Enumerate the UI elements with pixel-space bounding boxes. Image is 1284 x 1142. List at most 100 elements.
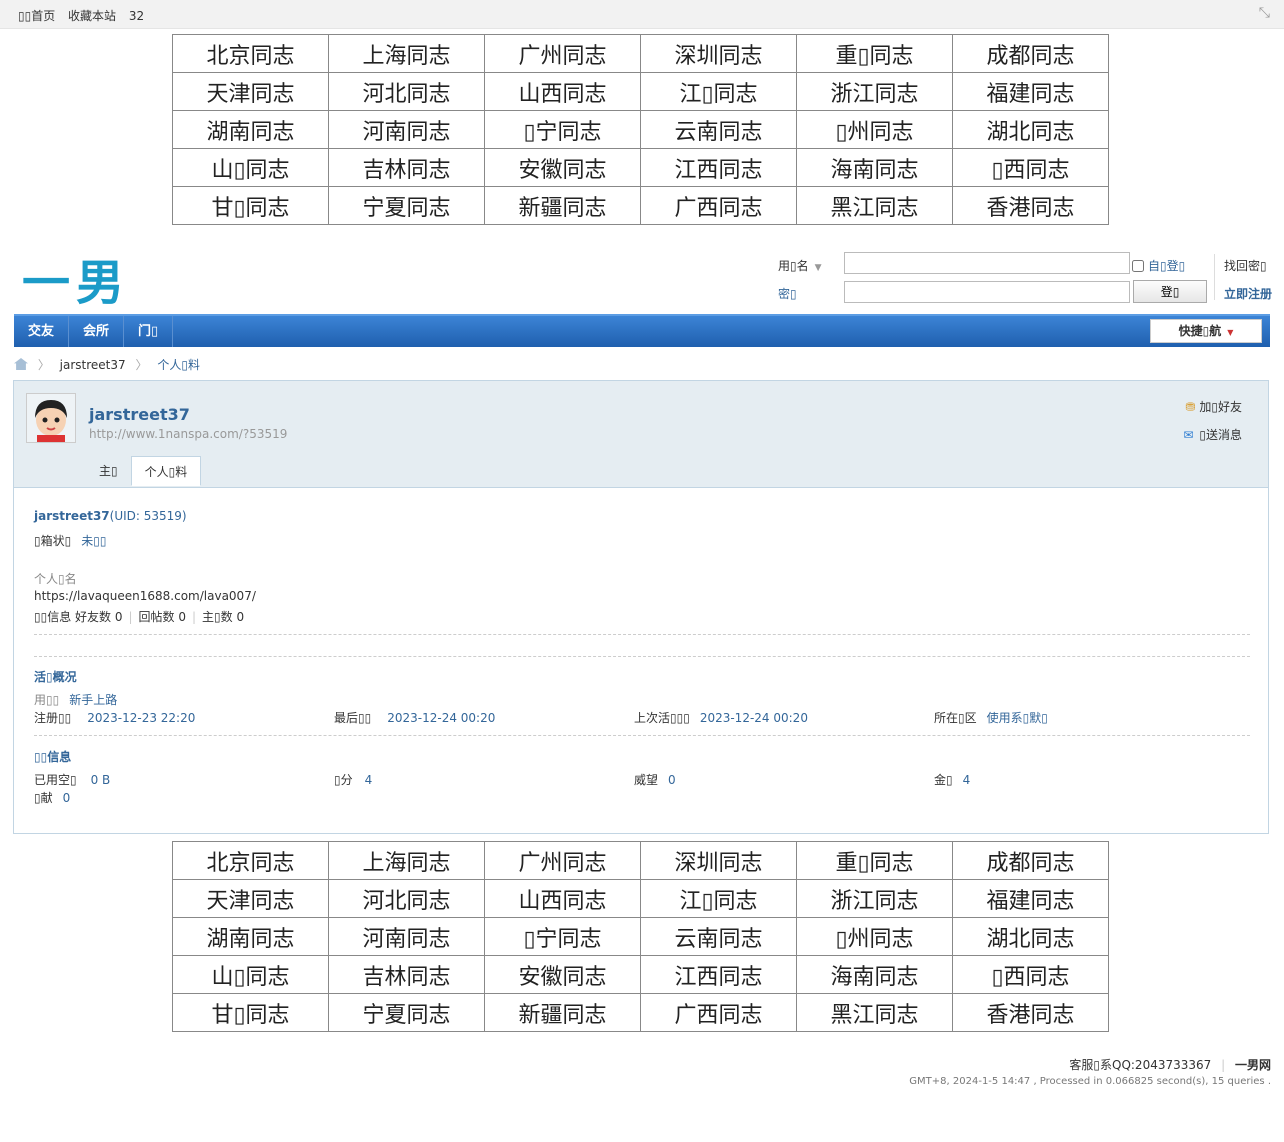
city-row: 天津同志 河北同志 山西同志 江▯同志 浙江同志 福建同志 bbox=[172, 879, 1109, 918]
tab-home[interactable]: 主▯ bbox=[86, 456, 131, 486]
breadcrumb-user[interactable]: jarstreet37 bbox=[60, 358, 126, 372]
city-link[interactable]: 宁夏同志 bbox=[328, 993, 485, 1032]
profile-username[interactable]: jarstreet37 bbox=[89, 405, 190, 424]
city-link[interactable]: 山西同志 bbox=[484, 879, 641, 918]
city-link[interactable]: 海南同志 bbox=[796, 148, 953, 187]
city-link[interactable]: 湖南同志 bbox=[172, 917, 329, 956]
nav-item-dating[interactable]: 交友 bbox=[14, 316, 70, 347]
replies-count[interactable]: 回帖数 0 bbox=[139, 610, 186, 624]
city-link[interactable]: 重▯同志 bbox=[796, 34, 953, 73]
city-link[interactable]: 湖北同志 bbox=[952, 917, 1109, 956]
city-link[interactable]: 湖北同志 bbox=[952, 110, 1109, 149]
city-link[interactable]: 山西同志 bbox=[484, 72, 641, 111]
auto-login-checkbox[interactable]: 自▯登▯ bbox=[1132, 257, 1185, 274]
city-link[interactable]: 黑江同志 bbox=[796, 993, 953, 1032]
city-link[interactable]: 江▯同志 bbox=[640, 72, 797, 111]
city-link[interactable]: 吉林同志 bbox=[328, 955, 485, 994]
city-link[interactable]: 吉林同志 bbox=[328, 148, 485, 187]
breadcrumb-page[interactable]: 个人▯料 bbox=[157, 358, 200, 372]
nav-item-club[interactable]: 会所 bbox=[69, 316, 125, 347]
city-row: 山▯同志 吉林同志 安徽同志 江西同志 海南同志 ▯西同志 bbox=[172, 955, 1109, 994]
city-link[interactable]: ▯西同志 bbox=[952, 955, 1109, 994]
quick-nav-button[interactable]: 快捷▯航 ▼ bbox=[1150, 319, 1262, 343]
city-link[interactable]: 山▯同志 bbox=[172, 955, 329, 994]
city-link[interactable]: 甘▯同志 bbox=[172, 993, 329, 1032]
favorite-link[interactable]: 收藏本站 bbox=[68, 9, 116, 23]
city-link[interactable]: 江西同志 bbox=[640, 955, 797, 994]
profile-url[interactable]: http://www.1nanspa.com/?53519 bbox=[89, 427, 287, 441]
site-logo[interactable]: 一男 bbox=[22, 243, 130, 313]
city-link[interactable]: 深圳同志 bbox=[640, 841, 797, 880]
city-link[interactable]: ▯州同志 bbox=[796, 110, 953, 149]
city-link[interactable]: 云南同志 bbox=[640, 917, 797, 956]
city-link[interactable]: 广州同志 bbox=[484, 841, 641, 880]
city-link[interactable]: 福建同志 bbox=[952, 72, 1109, 111]
city-link[interactable]: 天津同志 bbox=[172, 879, 329, 918]
username-input[interactable] bbox=[844, 252, 1130, 274]
city-link[interactable]: ▯西同志 bbox=[952, 148, 1109, 187]
city-link[interactable]: 北京同志 bbox=[172, 841, 329, 880]
city-link[interactable]: 河北同志 bbox=[328, 72, 485, 111]
nav-item-portal[interactable]: 门▯ bbox=[124, 316, 174, 347]
send-message-button[interactable]: ✉ ▯送消息 bbox=[1183, 426, 1242, 443]
city-link[interactable]: 上海同志 bbox=[328, 841, 485, 880]
city-link[interactable]: ▯宁同志 bbox=[484, 110, 641, 149]
city-link[interactable]: 湖南同志 bbox=[172, 110, 329, 149]
city-link[interactable]: 广西同志 bbox=[640, 186, 797, 225]
city-link[interactable]: 重▯同志 bbox=[796, 841, 953, 880]
contrib-label: ▯献 bbox=[34, 791, 53, 805]
city-link[interactable]: 深圳同志 bbox=[640, 34, 797, 73]
city-link[interactable]: ▯州同志 bbox=[796, 917, 953, 956]
city-link[interactable]: 香港同志 bbox=[952, 993, 1109, 1032]
divider bbox=[34, 656, 1250, 657]
auto-login-check[interactable] bbox=[1132, 260, 1144, 272]
city-link[interactable]: 上海同志 bbox=[328, 34, 485, 73]
city-link[interactable]: 河南同志 bbox=[328, 110, 485, 149]
city-link[interactable]: 香港同志 bbox=[952, 186, 1109, 225]
city-link[interactable]: 广西同志 bbox=[640, 993, 797, 1032]
city-row: 甘▯同志 宁夏同志 新疆同志 广西同志 黑江同志 香港同志 bbox=[172, 186, 1109, 225]
friends-count[interactable]: 好友数 0 bbox=[75, 610, 122, 624]
city-link[interactable]: 新疆同志 bbox=[484, 993, 641, 1032]
set-home-link[interactable]: ▯▯首页 bbox=[18, 9, 55, 23]
city-link[interactable]: 海南同志 bbox=[796, 955, 953, 994]
register-link[interactable]: 立即注册 bbox=[1224, 285, 1272, 302]
activity-title: 活▯概况 bbox=[34, 670, 77, 684]
username-label[interactable]: 用▯名 ▼ bbox=[778, 257, 822, 274]
password-input[interactable] bbox=[844, 281, 1130, 303]
top-count: 32 bbox=[128, 9, 145, 23]
city-link[interactable]: 云南同志 bbox=[640, 110, 797, 149]
city-link[interactable]: 河北同志 bbox=[328, 879, 485, 918]
city-link[interactable]: 江▯同志 bbox=[640, 879, 797, 918]
city-link[interactable]: 成都同志 bbox=[952, 841, 1109, 880]
collapse-icon[interactable]: ⤡ bbox=[1259, 5, 1270, 21]
city-link[interactable]: ▯宁同志 bbox=[484, 917, 641, 956]
city-link[interactable]: 安徽同志 bbox=[484, 148, 641, 187]
add-friend-button[interactable]: ⛃ 加▯好友 bbox=[1185, 398, 1242, 415]
city-link[interactable]: 浙江同志 bbox=[796, 72, 953, 111]
city-link[interactable]: 安徽同志 bbox=[484, 955, 641, 994]
city-link[interactable]: 江西同志 bbox=[640, 148, 797, 187]
city-link[interactable]: 福建同志 bbox=[952, 879, 1109, 918]
city-link[interactable]: 山▯同志 bbox=[172, 148, 329, 187]
home-icon[interactable] bbox=[14, 358, 28, 370]
city-link[interactable]: 河南同志 bbox=[328, 917, 485, 956]
city-link[interactable]: 天津同志 bbox=[172, 72, 329, 111]
footer-site-link[interactable]: 一男网 bbox=[1235, 1058, 1271, 1072]
city-link[interactable]: 新疆同志 bbox=[484, 186, 641, 225]
city-link[interactable]: 甘▯同志 bbox=[172, 186, 329, 225]
reg-value: 2023-12-23 22:20 bbox=[87, 711, 196, 725]
city-row: 山▯同志 吉林同志 安徽同志 江西同志 海南同志 ▯西同志 bbox=[172, 148, 1109, 187]
tab-profile[interactable]: 个人▯料 bbox=[130, 456, 202, 486]
city-link[interactable]: 黑江同志 bbox=[796, 186, 953, 225]
city-link[interactable]: 广州同志 bbox=[484, 34, 641, 73]
avatar[interactable] bbox=[26, 393, 76, 443]
city-link[interactable]: 北京同志 bbox=[172, 34, 329, 73]
city-link[interactable]: 成都同志 bbox=[952, 34, 1109, 73]
login-button[interactable]: 登▯ bbox=[1133, 280, 1207, 303]
forgot-password-link[interactable]: 找回密▯ bbox=[1224, 257, 1267, 274]
group-value[interactable]: 新手上路 bbox=[69, 693, 117, 707]
threads-count[interactable]: 主▯数 0 bbox=[202, 610, 244, 624]
city-link[interactable]: 宁夏同志 bbox=[328, 186, 485, 225]
city-link[interactable]: 浙江同志 bbox=[796, 879, 953, 918]
